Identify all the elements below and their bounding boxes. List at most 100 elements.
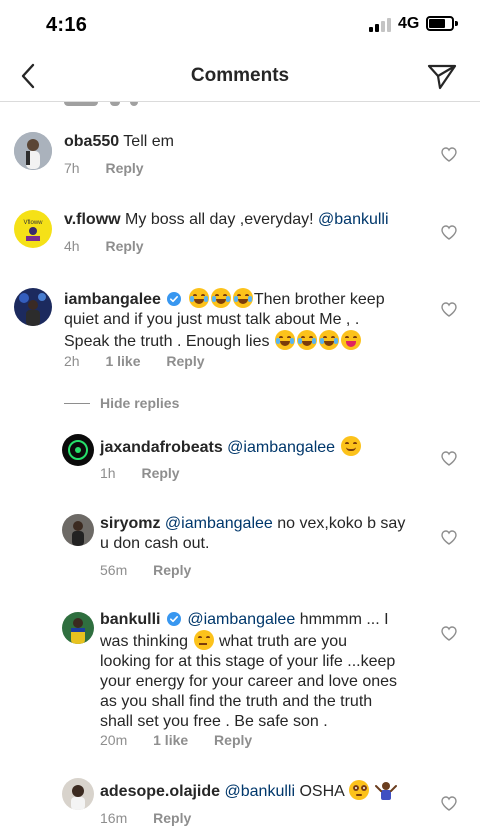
comment-body-line: as you shall find the truth and the trut…	[100, 693, 373, 710]
comment-body: My boss all day ,everyday!	[125, 211, 314, 228]
scrolled-comment-fragment	[0, 102, 480, 108]
mention-link[interactable]: @iambangalee	[165, 515, 273, 532]
comment-item: iambangalee Then brother keep quiet and …	[0, 284, 480, 374]
avatar[interactable]	[14, 132, 52, 170]
avatar[interactable]: Vfloww	[14, 210, 52, 248]
reply-button[interactable]: Reply	[166, 353, 204, 369]
comment-body-line: shall set you free . Be safe son .	[100, 713, 328, 730]
comment-item: oba550 Tell em 7h Reply	[0, 128, 480, 188]
mention-link[interactable]: @iambangalee	[227, 439, 335, 456]
smile-emoji-icon	[340, 436, 361, 456]
send-icon[interactable]	[426, 62, 458, 92]
signal-icon	[369, 18, 393, 32]
mention-link[interactable]: @bankulli	[318, 211, 389, 228]
comment-text: siryomz @iambangalee no vex,koko b say u…	[100, 514, 430, 554]
avatar[interactable]	[14, 288, 52, 326]
reply-button[interactable]: Reply	[214, 732, 252, 748]
heart-icon[interactable]	[441, 302, 457, 317]
reply-button[interactable]: Reply	[105, 160, 143, 176]
comment-item: Vfloww v.floww My boss all day ,everyday…	[0, 206, 480, 266]
verified-badge-icon	[167, 292, 182, 306]
comment-text: jaxandafrobeats @iambangalee	[100, 436, 430, 458]
comment-username[interactable]: adesope.olajide	[100, 783, 220, 800]
comment-meta: 4h Reply	[64, 238, 166, 254]
heart-icon[interactable]	[441, 626, 457, 641]
svg-text:Vfloww: Vfloww	[23, 220, 43, 226]
tears-of-joy-emoji-icon	[210, 288, 231, 308]
comment-body-line: your energy for your career and love one…	[100, 673, 398, 690]
heart-icon[interactable]	[441, 451, 457, 466]
comment-username[interactable]: bankulli	[100, 611, 160, 628]
status-time: 4:16	[46, 14, 88, 36]
comment-time: 20m	[100, 732, 128, 748]
flushed-face-emoji-icon	[349, 780, 370, 800]
likes-count-button[interactable]: 1 like	[153, 732, 188, 748]
reply-button[interactable]: Reply	[105, 238, 143, 254]
comment-body-line: looking for at this stage of your life .…	[100, 653, 396, 670]
verified-badge-icon	[166, 612, 181, 626]
reply-button[interactable]: Reply	[141, 465, 179, 481]
reply-item: jaxandafrobeats @iambangalee 1h Reply	[0, 430, 480, 490]
mention-link[interactable]: @iambangalee	[187, 611, 295, 628]
comment-body-line: hmmmm ... I	[299, 611, 389, 628]
tears-of-joy-emoji-icon	[296, 330, 317, 350]
tears-of-joy-emoji-icon	[318, 330, 339, 350]
page-title: Comments	[190, 65, 290, 86]
comment-meta: 20m 1 like Reply	[100, 732, 274, 748]
comment-time: 4h	[64, 238, 80, 254]
comment-text: oba550 Tell em	[64, 132, 424, 152]
reply-button[interactable]: Reply	[153, 810, 191, 826]
hide-replies-divider	[64, 403, 90, 404]
comment-text: iambangalee Then brother keep quiet and …	[64, 288, 434, 352]
comment-text: v.floww My boss all day ,everyday! @bank…	[64, 210, 434, 230]
comment-username[interactable]: iambangalee	[64, 291, 161, 308]
heart-icon[interactable]	[441, 796, 457, 811]
battery-icon	[426, 16, 458, 31]
comment-time: 16m	[100, 810, 128, 826]
avatar[interactable]	[62, 778, 94, 810]
comment-username[interactable]: v.floww	[64, 211, 121, 228]
comment-username[interactable]: oba550	[64, 133, 119, 150]
reply-item: adesope.olajide @bankulli OSHA 16m Reply	[0, 776, 480, 836]
comment-time: 7h	[64, 160, 80, 176]
nav-bar: Comments	[0, 52, 480, 102]
comment-time: 2h	[64, 353, 80, 369]
comment-body-line: u don cash out.	[100, 535, 210, 552]
comment-body-line: Then brother keep	[253, 291, 385, 308]
man-shrugging-emoji-icon	[374, 782, 397, 800]
comment-meta: 16m Reply	[100, 810, 213, 826]
comment-meta: 1h Reply	[100, 465, 202, 481]
reply-item: siryomz @iambangalee no vex,koko b say u…	[0, 510, 480, 582]
reply-item: bankulli @iambangalee hmmmm ... I was th…	[0, 608, 480, 758]
thinking-face-emoji-icon	[193, 630, 214, 650]
comment-body-line: quiet and if you just must talk about Me…	[64, 311, 360, 328]
comment-body: OSHA	[299, 783, 344, 800]
status-bar: 4:16 4G	[0, 0, 480, 52]
likes-count-button[interactable]: 1 like	[105, 353, 140, 369]
heart-icon[interactable]	[441, 225, 457, 240]
comment-text: adesope.olajide @bankulli OSHA	[100, 780, 430, 802]
comment-body-line: no vex,koko b say	[277, 515, 406, 532]
comment-username[interactable]: siryomz	[100, 515, 160, 532]
tears-of-joy-emoji-icon	[274, 330, 295, 350]
tears-of-joy-emoji-icon	[188, 288, 209, 308]
comment-meta: 56m Reply	[100, 562, 213, 578]
comment-meta: 2h 1 like Reply	[64, 353, 227, 369]
comment-body: Tell em	[123, 133, 174, 150]
comment-time: 1h	[100, 465, 116, 481]
avatar[interactable]	[62, 434, 94, 466]
comment-body-line: what truth are you	[218, 633, 348, 650]
mention-link[interactable]: @bankulli	[225, 783, 296, 800]
heart-icon[interactable]	[441, 147, 457, 162]
avatar[interactable]	[62, 514, 94, 546]
winking-tongue-emoji-icon	[340, 330, 361, 350]
network-label: 4G	[398, 15, 420, 32]
reply-button[interactable]: Reply	[153, 562, 191, 578]
comment-body-line: was thinking	[100, 633, 189, 650]
hide-replies-label: Hide replies	[100, 395, 180, 411]
avatar[interactable]	[62, 612, 94, 644]
heart-icon[interactable]	[441, 530, 457, 545]
comment-body-line: Speak the truth . Enough lies	[64, 333, 270, 350]
tears-of-joy-emoji-icon	[232, 288, 253, 308]
comment-username[interactable]: jaxandafrobeats	[100, 439, 223, 456]
